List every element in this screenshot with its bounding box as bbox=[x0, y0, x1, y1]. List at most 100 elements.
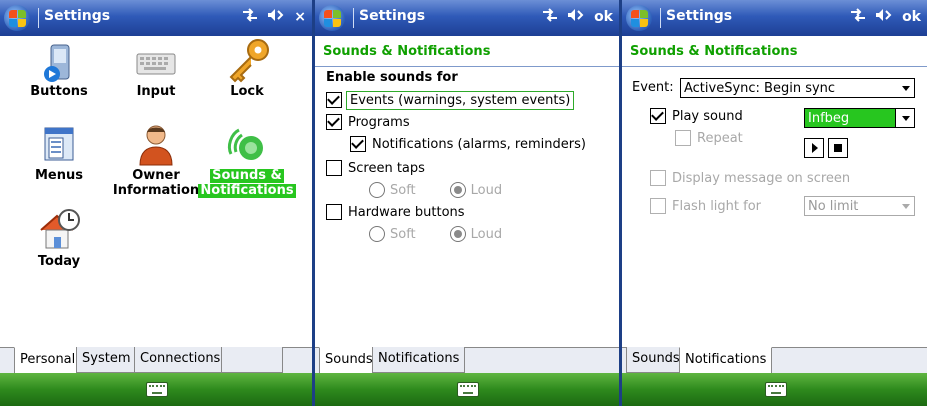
settings-item-buttons[interactable]: Buttons bbox=[9, 44, 109, 99]
buttons-icon bbox=[44, 44, 70, 82]
close-button[interactable]: × bbox=[294, 9, 306, 25]
start-menu-icon[interactable] bbox=[626, 5, 652, 31]
connectivity-icon[interactable] bbox=[242, 8, 258, 26]
repeat-checkbox[interactable] bbox=[675, 130, 691, 146]
event-value: ActiveSync: Begin sync bbox=[684, 81, 836, 96]
softkey-bar bbox=[622, 373, 927, 406]
tab-connections[interactable]: Connections bbox=[134, 347, 227, 373]
screen-taps-loud-label: Loud bbox=[470, 182, 503, 198]
ok-button[interactable]: ok bbox=[594, 9, 613, 25]
event-dropdown[interactable]: ActiveSync: Begin sync bbox=[680, 78, 915, 98]
stop-button[interactable] bbox=[828, 138, 848, 158]
volume-icon[interactable] bbox=[875, 8, 893, 26]
connectivity-icon[interactable] bbox=[542, 8, 558, 26]
tab-sounds[interactable]: Sounds bbox=[626, 347, 686, 373]
settings-item-input[interactable]: Input bbox=[106, 44, 206, 99]
tab-personal[interactable]: Personal bbox=[14, 347, 82, 374]
title-bar: Settings ok bbox=[315, 0, 619, 36]
hardware-soft-radio[interactable] bbox=[369, 226, 385, 242]
ok-button[interactable]: ok bbox=[902, 9, 921, 25]
events-checkbox[interactable] bbox=[326, 92, 342, 108]
hardware-checkbox-row[interactable]: Hardware buttons bbox=[326, 204, 465, 220]
stop-icon bbox=[834, 144, 842, 152]
flash-light-label: Flash light for bbox=[672, 198, 762, 214]
header-divider bbox=[622, 66, 927, 67]
repeat-row[interactable]: Repeat bbox=[675, 130, 743, 146]
settings-item-owner-information[interactable]: Owner Information bbox=[106, 122, 206, 198]
flash-light-checkbox[interactable] bbox=[650, 198, 666, 214]
play-sound-row[interactable]: Play sound bbox=[650, 108, 743, 124]
notifications-label: Notifications (alarms, reminders) bbox=[372, 136, 586, 152]
notifications-tab-screen: Settings ok Sounds & Notifications Event… bbox=[622, 0, 927, 406]
window-title: Settings bbox=[44, 8, 111, 24]
key-icon bbox=[229, 39, 269, 83]
screen-taps-soft-label: Soft bbox=[390, 182, 416, 198]
screen-taps-label: Screen taps bbox=[348, 160, 425, 176]
tab-notifications[interactable]: Notifications bbox=[679, 347, 773, 374]
sound-value: Infbeg bbox=[808, 111, 850, 126]
section-header: Sounds & Notifications bbox=[630, 44, 798, 59]
header-divider bbox=[315, 66, 619, 67]
settings-item-sounds-notifications[interactable]: Sounds & Notifications bbox=[197, 122, 297, 198]
display-message-row[interactable]: Display message on screen bbox=[650, 170, 850, 186]
sound-dropdown[interactable]: Infbeg bbox=[804, 108, 915, 128]
settings-item-lock[interactable]: Lock bbox=[197, 39, 297, 99]
screen-taps-loud-radio[interactable] bbox=[449, 182, 466, 198]
sounds-icon bbox=[227, 128, 263, 160]
notifications-checkbox-row[interactable]: Notifications (alarms, reminders) bbox=[350, 136, 586, 152]
settings-item-menus[interactable]: Menus bbox=[9, 122, 109, 183]
flash-light-value: No limit bbox=[808, 199, 859, 214]
window-title: Settings bbox=[666, 8, 733, 24]
event-label: Event: bbox=[632, 80, 674, 95]
today-icon bbox=[40, 209, 80, 249]
hardware-soft-label: Soft bbox=[390, 226, 416, 242]
display-message-label: Display message on screen bbox=[672, 170, 851, 186]
events-checkbox-row[interactable]: Events (warnings, system events) bbox=[326, 90, 575, 110]
hardware-loud-radio[interactable] bbox=[449, 226, 466, 242]
window-title: Settings bbox=[359, 8, 426, 24]
volume-icon[interactable] bbox=[267, 8, 285, 26]
play-sound-label: Play sound bbox=[672, 108, 743, 124]
display-message-checkbox[interactable] bbox=[650, 170, 666, 186]
tab-notifications[interactable]: Notifications bbox=[372, 347, 466, 373]
play-button[interactable] bbox=[804, 138, 824, 158]
chevron-down-icon bbox=[902, 204, 910, 209]
flash-light-row[interactable]: Flash light for bbox=[650, 198, 761, 214]
hardware-buttons-label: Hardware buttons bbox=[348, 204, 465, 220]
keyboard-toggle-icon[interactable] bbox=[146, 382, 168, 397]
menus-icon bbox=[44, 127, 74, 161]
programs-checkbox-row[interactable]: Programs bbox=[326, 114, 410, 130]
tab-sounds[interactable]: Sounds bbox=[319, 347, 379, 374]
tab-system[interactable]: System bbox=[76, 347, 137, 373]
softkey-bar bbox=[0, 373, 312, 406]
tab-bar: Personal System Connections bbox=[0, 347, 312, 374]
flash-light-dropdown[interactable]: No limit bbox=[804, 196, 915, 216]
screen-taps-soft-radio[interactable] bbox=[369, 182, 385, 198]
repeat-label: Repeat bbox=[697, 130, 743, 146]
keyboard-toggle-icon[interactable] bbox=[764, 382, 787, 397]
keyboard-icon bbox=[136, 53, 176, 75]
title-bar: Settings ok bbox=[622, 0, 927, 36]
screen-taps-checkbox[interactable] bbox=[326, 160, 342, 176]
hardware-buttons-checkbox[interactable] bbox=[326, 204, 342, 220]
hardware-loud-label: Loud bbox=[470, 226, 503, 242]
settings-personal-screen: Settings × Buttons Input Lock Menus Owne… bbox=[0, 0, 312, 406]
programs-checkbox[interactable] bbox=[326, 114, 342, 130]
title-bar: Settings × bbox=[0, 0, 312, 36]
notifications-checkbox[interactable] bbox=[350, 136, 366, 152]
section-header: Sounds & Notifications bbox=[323, 44, 491, 59]
play-sound-checkbox[interactable] bbox=[650, 108, 666, 124]
volume-icon[interactable] bbox=[567, 8, 585, 26]
start-menu-icon[interactable] bbox=[319, 5, 345, 31]
screen-taps-checkbox-row[interactable]: Screen taps bbox=[326, 160, 425, 176]
start-menu-icon[interactable] bbox=[4, 5, 30, 31]
events-label: Events (warnings, system events) bbox=[345, 90, 575, 110]
tab-bar: Sounds Notifications bbox=[622, 347, 927, 374]
owner-icon bbox=[139, 125, 173, 166]
enable-sounds-label: Enable sounds for bbox=[326, 70, 458, 85]
keyboard-toggle-icon[interactable] bbox=[457, 382, 479, 397]
settings-item-today[interactable]: Today bbox=[9, 208, 109, 269]
tab-bar: Sounds Notifications bbox=[315, 347, 619, 374]
screen-taps-radio-group: Soft Loud bbox=[369, 182, 502, 198]
connectivity-icon[interactable] bbox=[850, 8, 866, 26]
